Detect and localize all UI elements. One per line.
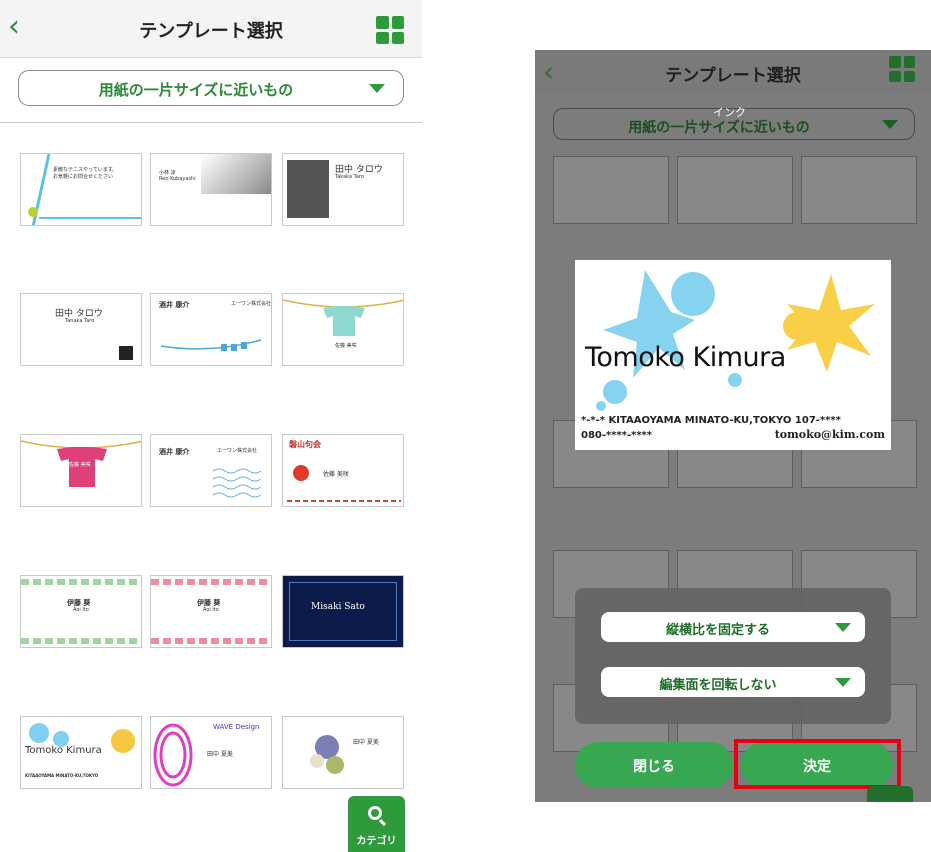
card-text: WAVE Design (213, 723, 260, 731)
triangle-down-icon (835, 678, 851, 687)
template-preview-screen: ‹ テンプレート選択 用紙の一片サイズに近いもの インク Tomoko Kimu… (535, 50, 931, 802)
template-select-screen: ‹ テンプレート選択 用紙の一片サイズに近いもの 素敵なテニスやっています。 お… (0, 0, 422, 852)
grid-icon[interactable] (889, 56, 915, 82)
template-card[interactable]: WAVE Design 田中 夏美 (150, 716, 272, 789)
dropdown-value: 用紙の一片サイズに近いもの (628, 120, 810, 136)
card-text: Takaka Taro (335, 174, 364, 180)
template-card[interactable]: 田中 夏美 (282, 716, 404, 789)
card-text: 田中 夏美 (353, 739, 379, 746)
card-text: Aoi Ito (73, 607, 89, 613)
card-text: Aoi Ito (203, 607, 219, 613)
highlight-box (734, 739, 901, 789)
search-icon (368, 806, 382, 820)
template-card[interactable]: 伊藤 葵 Aoi Ito (150, 575, 272, 648)
card-text: 酒井 康介 (159, 448, 190, 456)
close-button-label: 閉じる (633, 759, 675, 775)
template-card[interactable]: 酒井 康介 エーワン株式会社 (150, 293, 272, 366)
template-card[interactable]: 佐藤 美咲 (282, 293, 404, 366)
dropdown-value: 用紙の一片サイズに近いもの (98, 81, 294, 99)
card-text: エーワン株式会社 (231, 301, 272, 307)
ink-label: インク (713, 106, 746, 119)
card-text: 佐藤 美咲 (335, 343, 357, 349)
template-card[interactable]: 素敵なテニスやっています。 お気軽にお問合せください (20, 153, 142, 226)
card-text: Misaki Sato (311, 602, 365, 612)
template-card[interactable]: 酒井 康介 エーワン株式会社 (150, 434, 272, 507)
divider (0, 122, 422, 123)
triangle-down-icon (369, 84, 385, 93)
header: ‹ テンプレート選択 (535, 50, 931, 92)
template-card (553, 156, 669, 224)
card-text: 素敵なテニスやっています。 (53, 167, 118, 173)
grid-icon[interactable] (376, 16, 404, 44)
template-card[interactable]: 佐藤 美咲 (20, 434, 142, 507)
card-text: Ren Kobayashi (159, 176, 196, 182)
preview-name: Tomoko Kimura (585, 342, 786, 373)
card-text: 小林 涼 (159, 170, 176, 176)
template-card[interactable]: 田中 タロウ Tanaka Taro (20, 293, 142, 366)
template-card[interactable]: 小林 涼 Ren Kobayashi (150, 153, 272, 226)
preview-email: tomoko@kim.com (774, 428, 885, 441)
template-preview-card: Tomoko Kimura *-*-* KITAAOYAMA MINATO-KU… (575, 260, 891, 450)
card-text: エーワン株式会社 (217, 448, 258, 454)
template-card (677, 156, 793, 224)
card-text: 酒井 康介 (159, 301, 190, 309)
card-text: 佐藤 美咲 (323, 471, 349, 478)
rotate-select[interactable]: 編集面を回転しない (601, 667, 865, 697)
preview-tel: 080-****-**** (581, 430, 653, 441)
aspect-ratio-value: 縦横比を固定する (665, 623, 770, 638)
rotate-value: 編集面を回転しない (659, 678, 777, 693)
page-title: テンプレート選択 (139, 21, 283, 42)
template-card[interactable]: Misaki Sato (282, 575, 404, 648)
category-button[interactable]: カテゴリ (348, 796, 405, 852)
triangle-down-icon (835, 623, 851, 632)
template-card[interactable]: 磐山句会 佐藤 美咲 (282, 434, 404, 507)
card-text: 佐藤 美咲 (69, 462, 91, 468)
options-dialog: 縦横比を固定する 編集面を回転しない (575, 588, 891, 724)
triangle-down-icon (882, 120, 898, 129)
header: ‹ テンプレート選択 (0, 0, 422, 58)
template-card[interactable]: 田中 タロウ Takaka Taro (282, 153, 404, 226)
aspect-ratio-select[interactable]: 縦横比を固定する (601, 612, 865, 642)
category-label: カテゴリ (356, 836, 397, 847)
card-text: 田中 夏美 (207, 751, 233, 758)
page-title: テンプレート選択 (665, 66, 801, 86)
card-text: 磐山句会 (289, 440, 321, 449)
category-button[interactable] (867, 786, 913, 802)
card-text: Tomoko Kimura (25, 745, 102, 756)
template-card[interactable]: Tomoko Kimura KITAAOYAMA MINATO-KU,TOKYO (20, 716, 142, 789)
card-text: Tanaka Taro (65, 318, 95, 324)
close-button[interactable]: 閉じる (575, 742, 733, 788)
card-text: KITAAOYAMA MINATO-KU,TOKYO (25, 773, 99, 778)
template-card (801, 156, 917, 224)
paper-size-dropdown[interactable]: 用紙の一片サイズに近いもの (18, 70, 404, 106)
card-text: お気軽にお問合せください (53, 174, 114, 180)
preview-address: *-*-* KITAAOYAMA MINATO-KU,TOKYO 107-***… (581, 415, 841, 426)
template-card[interactable]: 伊藤 葵 Aoi Ito (20, 575, 142, 648)
